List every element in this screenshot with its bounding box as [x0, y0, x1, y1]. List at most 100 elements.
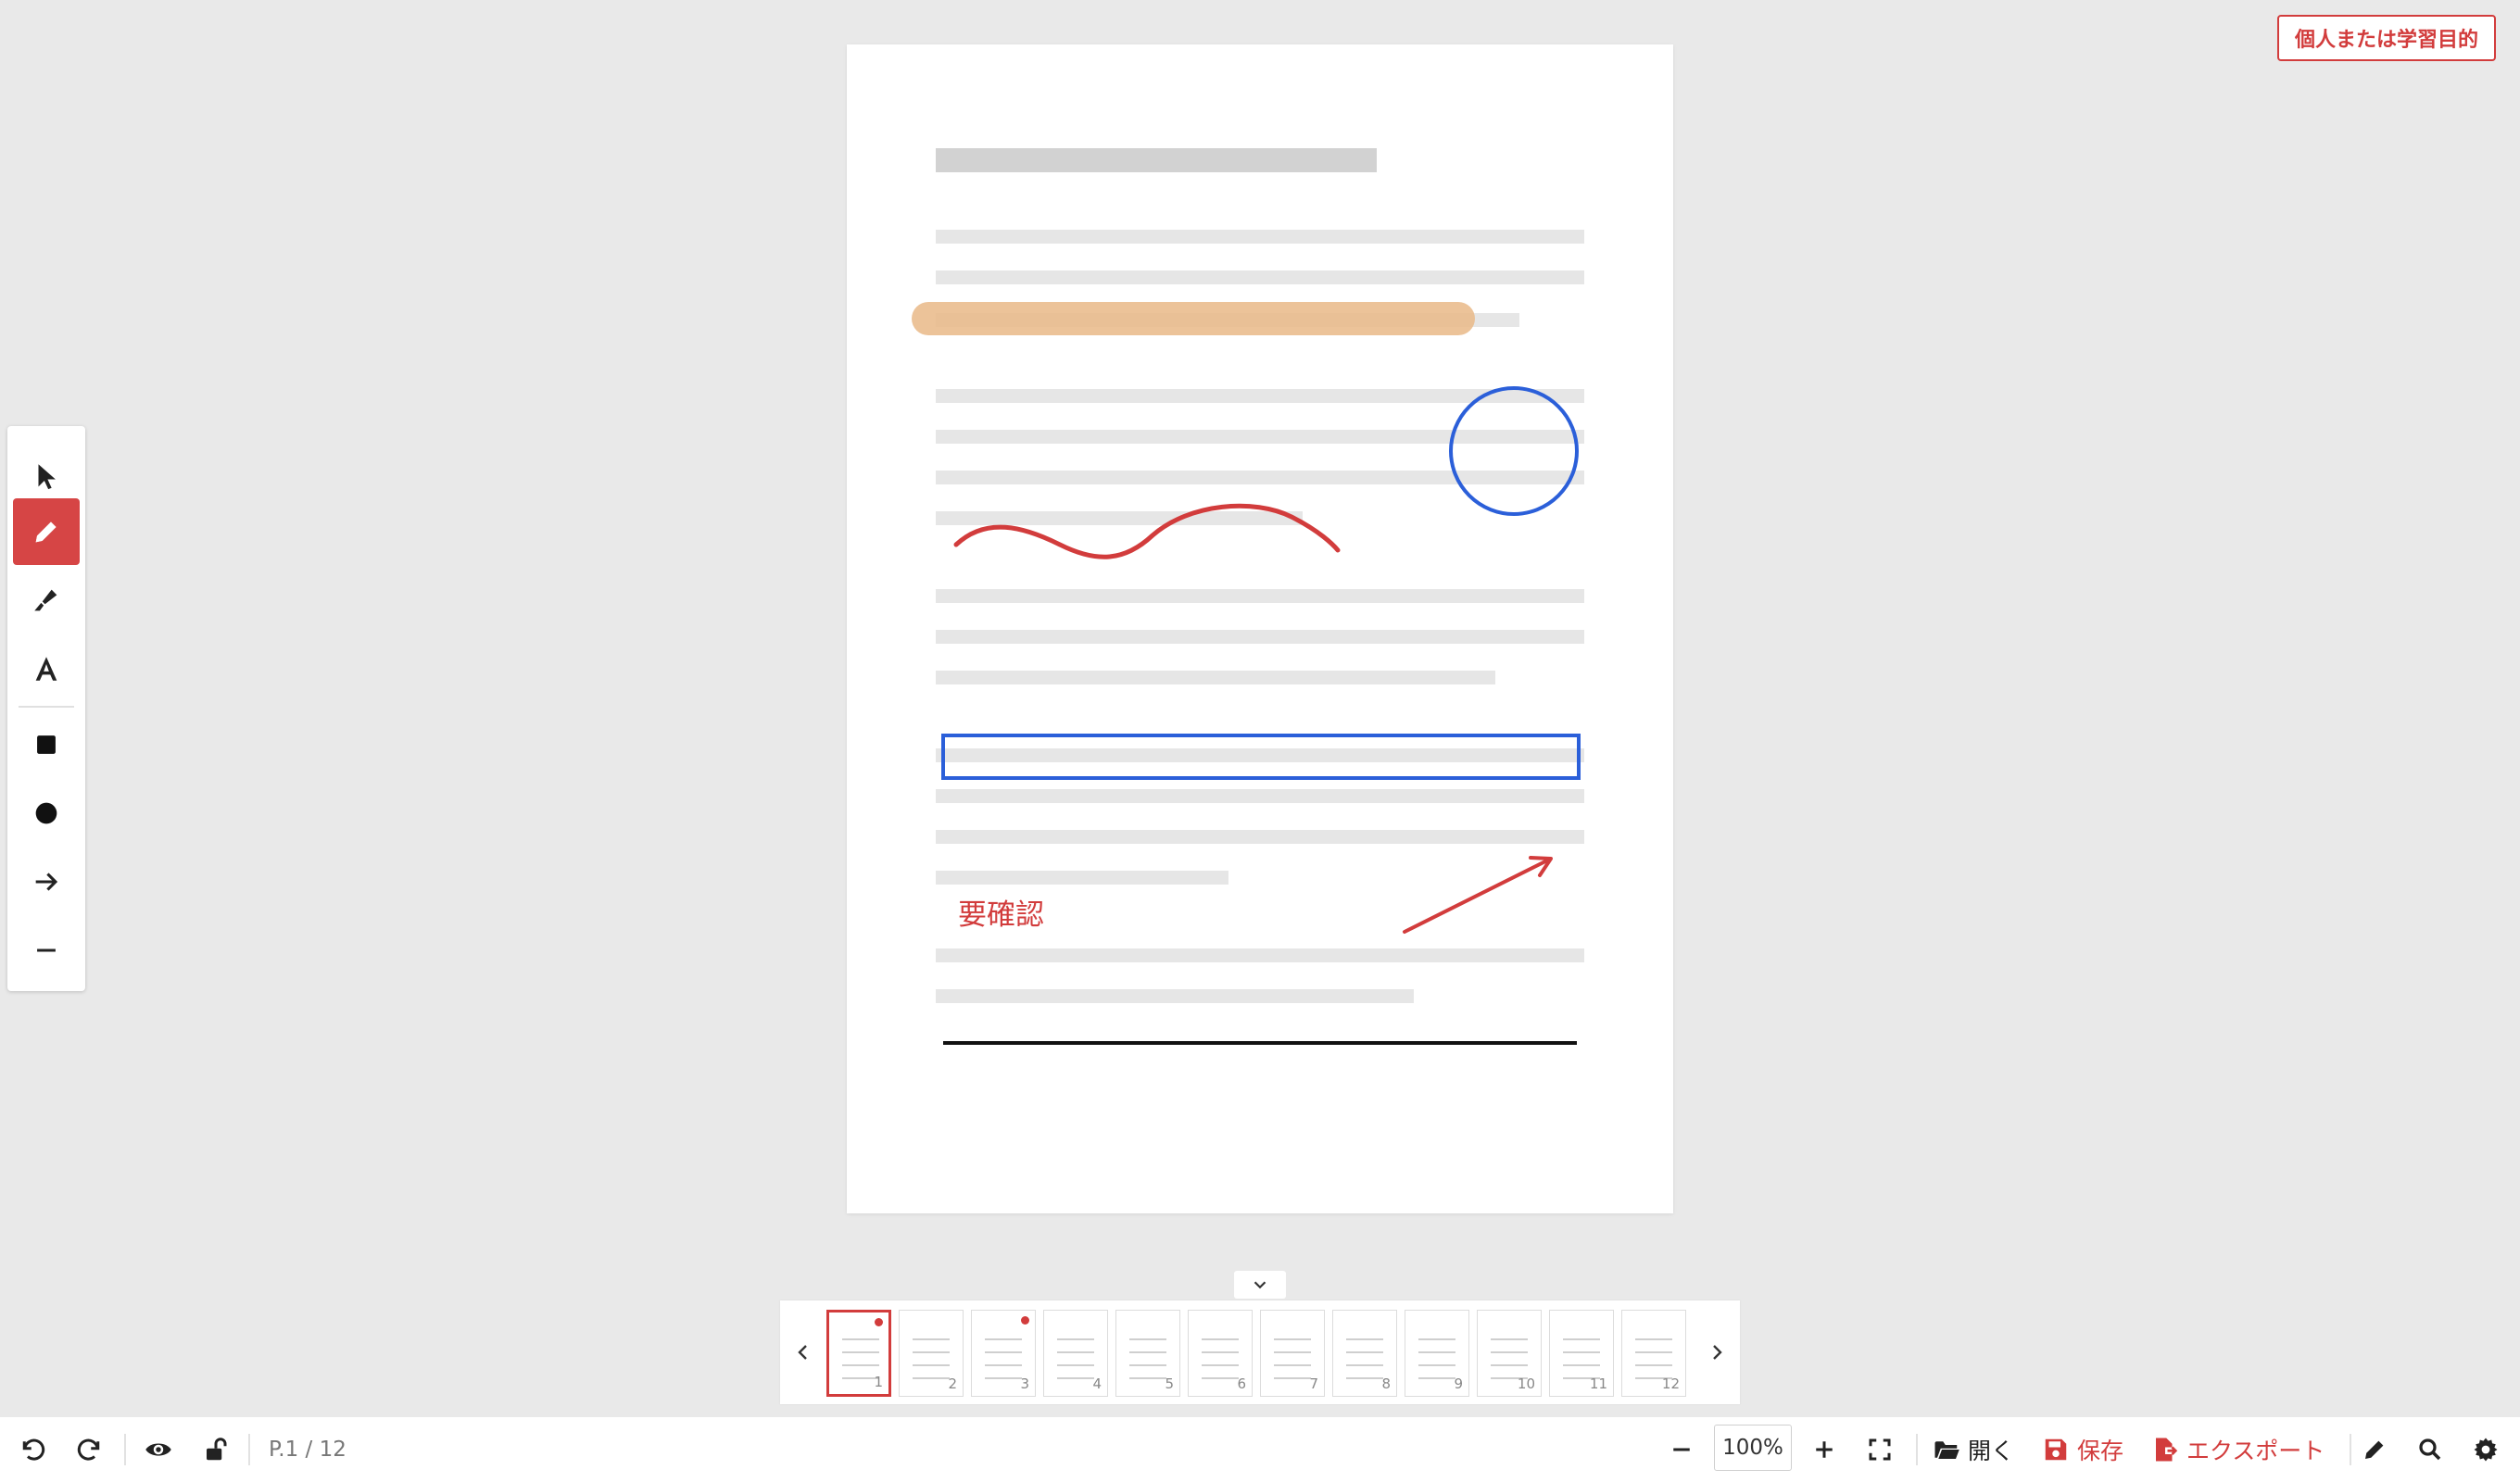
- edit-mode-button[interactable]: [2361, 1417, 2388, 1482]
- thumbnail-strip: 1 2 3 4 5 6 7 8 9 10 11 12: [780, 1300, 1740, 1404]
- text-tool-button[interactable]: [13, 635, 80, 702]
- document-page[interactable]: 要確認: [847, 44, 1673, 1213]
- thumbnail-page-number: 6: [1237, 1375, 1246, 1392]
- page-thumbnail[interactable]: 11: [1549, 1310, 1614, 1397]
- thumbnail-line: [1346, 1338, 1383, 1340]
- zoom-out-button[interactable]: [1668, 1417, 1695, 1482]
- chevron-right-icon: [1713, 1345, 1722, 1360]
- thumbnail-line: [842, 1364, 879, 1366]
- redo-button[interactable]: [76, 1417, 104, 1482]
- license-badge[interactable]: 個人または学習目的: [2277, 15, 2496, 61]
- folder-open-icon: [1934, 1441, 1959, 1459]
- export-button[interactable]: エクスポート: [2151, 1417, 2325, 1482]
- page-thumbnail[interactable]: 2: [899, 1310, 964, 1397]
- ellipse-tool-button[interactable]: [13, 780, 80, 847]
- thumbnail-line: [1202, 1338, 1239, 1340]
- page-thumbnail[interactable]: 8: [1332, 1310, 1397, 1397]
- settings-button[interactable]: [2472, 1417, 2500, 1482]
- undo-button[interactable]: [19, 1417, 46, 1482]
- thumbnail-line: [985, 1338, 1022, 1340]
- thumbnail-line: [1563, 1351, 1600, 1353]
- text-annotation[interactable]: 要確認: [958, 891, 1044, 933]
- thumbnail-page-number: 3: [1020, 1375, 1029, 1392]
- page-thumbnail[interactable]: 4: [1043, 1310, 1108, 1397]
- page-thumbnail[interactable]: 9: [1405, 1310, 1469, 1397]
- lock-toggle-button[interactable]: [202, 1417, 230, 1482]
- thumbnail-line: [1635, 1338, 1672, 1340]
- file-export-icon: [2156, 1438, 2178, 1462]
- thumbnail-line: [1491, 1351, 1528, 1353]
- arrow-right-icon: [35, 873, 58, 891]
- thumbnail-line: [1274, 1364, 1311, 1366]
- page-thumbnail[interactable]: 1: [826, 1310, 891, 1397]
- thumbnail-line: [1274, 1377, 1311, 1379]
- thumbnail-line: [1057, 1338, 1094, 1340]
- chevron-down-icon: [1254, 1281, 1266, 1289]
- arrow-annotation[interactable]: [1403, 856, 1553, 934]
- chevron-left-icon: [798, 1345, 807, 1360]
- search-button[interactable]: [2416, 1417, 2444, 1482]
- save-icon: [2045, 1438, 2067, 1461]
- thumbnail-line: [1202, 1377, 1239, 1379]
- fullscreen-icon: [1869, 1438, 1891, 1461]
- thumbnails-next-button[interactable]: [1694, 1300, 1740, 1404]
- thumbnail-line: [1491, 1338, 1528, 1340]
- thumbnail-line: [985, 1351, 1022, 1353]
- thumbnail-page-number: 12: [1661, 1375, 1680, 1392]
- circle-annotation[interactable]: [1449, 386, 1579, 516]
- thumbnail-line: [985, 1377, 1022, 1379]
- thumbnail-line: [1635, 1351, 1672, 1353]
- plus-icon: [1816, 1441, 1833, 1458]
- zoom-level-field[interactable]: 100%: [1714, 1425, 1792, 1471]
- open-label: 開く: [1968, 1438, 2015, 1464]
- line-icon: [37, 948, 56, 952]
- thumbnail-line: [1418, 1364, 1455, 1366]
- collapse-thumbnails-button[interactable]: [1234, 1271, 1286, 1299]
- save-button[interactable]: 保存: [2042, 1417, 2123, 1482]
- toolbar-divider: [19, 706, 74, 708]
- fullscreen-button[interactable]: [1866, 1417, 1894, 1482]
- annotation-dot: [1021, 1316, 1029, 1325]
- gear-icon: [2474, 1438, 2498, 1462]
- thumbnail-line: [1202, 1351, 1239, 1353]
- rectangle-tool-button[interactable]: [13, 711, 80, 778]
- zoom-in-button[interactable]: [1810, 1417, 1838, 1482]
- arrow-tool-button[interactable]: [13, 848, 80, 915]
- thumbnail-line: [1057, 1351, 1094, 1353]
- thumbnail-line: [1274, 1338, 1311, 1340]
- highlight-annotation[interactable]: [912, 302, 1475, 335]
- thumbnail-page-number: 10: [1517, 1375, 1535, 1392]
- page-thumbnail[interactable]: 3: [971, 1310, 1036, 1397]
- thumbnail-page-number: 7: [1309, 1375, 1318, 1392]
- thumbnails-prev-button[interactable]: [780, 1300, 826, 1404]
- search-icon: [2419, 1438, 2441, 1461]
- page-thumbnail[interactable]: 12: [1621, 1310, 1686, 1397]
- thumbnail-line: [1418, 1377, 1455, 1379]
- open-file-button[interactable]: 開く: [1933, 1417, 2014, 1482]
- undo-icon: [22, 1438, 45, 1461]
- page-thumbnail[interactable]: 5: [1115, 1310, 1180, 1397]
- thumbnail-line: [985, 1364, 1022, 1366]
- thumbnail-line: [913, 1338, 950, 1340]
- page-thumbnail[interactable]: 10: [1477, 1310, 1542, 1397]
- pen-tool-button[interactable]: [13, 498, 80, 565]
- line-tool-button[interactable]: [13, 917, 80, 984]
- thumbnail-line: [1346, 1351, 1383, 1353]
- circle-icon: [35, 802, 57, 824]
- square-icon: [37, 735, 56, 754]
- page-thumbnail[interactable]: 6: [1188, 1310, 1253, 1397]
- thumbnail-line: [1129, 1338, 1166, 1340]
- thumbnail-line: [1418, 1351, 1455, 1353]
- thumbnail-page-number: 11: [1589, 1375, 1607, 1392]
- thumbnail-line: [1129, 1364, 1166, 1366]
- highlighter-tool-button[interactable]: [13, 567, 80, 634]
- view-toggle-button[interactable]: [145, 1417, 172, 1482]
- thumbnail-line: [1346, 1364, 1383, 1366]
- pencil-icon: [35, 521, 57, 543]
- minus-icon: [1673, 1448, 1690, 1451]
- annotation-dot: [875, 1318, 883, 1326]
- thumbnail-line: [913, 1364, 950, 1366]
- text-a-icon: [35, 657, 57, 681]
- page-thumbnail[interactable]: 7: [1260, 1310, 1325, 1397]
- thumbnail-line: [1418, 1338, 1455, 1340]
